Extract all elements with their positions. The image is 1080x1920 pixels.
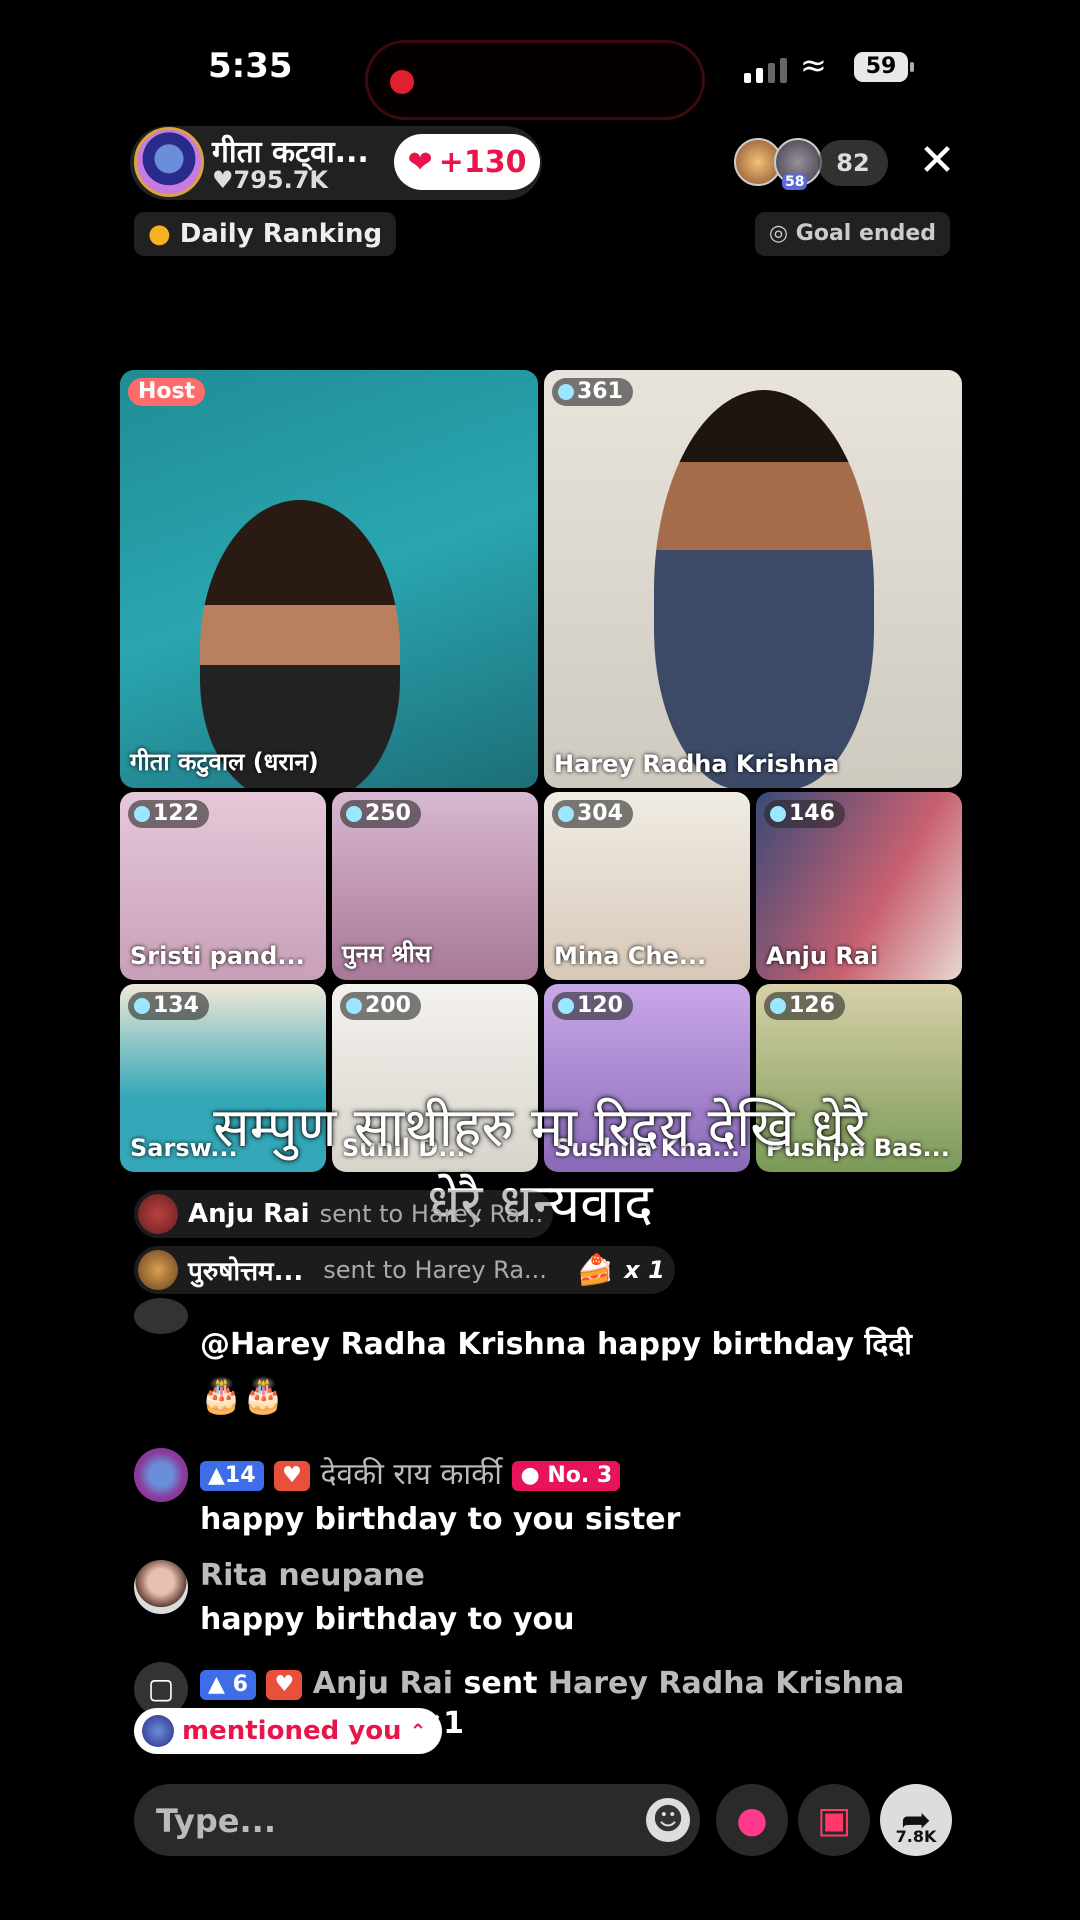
heart-icon: ❤: [407, 144, 433, 180]
gift-notification: Anju Rai sent to Harey Ra...: [134, 1190, 554, 1238]
multi-guest-button[interactable]: ●: [716, 1784, 788, 1856]
gift-text: sent to Harey Ra...: [323, 1256, 547, 1284]
cake-icon: 🍰: [576, 1252, 615, 1288]
heart-badge-icon: ♥: [274, 1460, 310, 1491]
gift-text: sent to Harey Ra...: [319, 1200, 544, 1228]
wifi-icon: ≈: [800, 46, 827, 84]
tile-name: गीता कटुवाल (धरान): [130, 748, 319, 776]
heart-icon: ♥: [212, 166, 234, 194]
gift-target[interactable]: Harey Radha Krishna: [548, 1666, 905, 1701]
host-name: गीता कट्वा...: [212, 135, 369, 170]
diamond-icon: [558, 806, 574, 822]
diamond-icon: [770, 806, 786, 822]
participant-figure: [654, 390, 874, 788]
chevron-up-icon: ⌃: [409, 1719, 427, 1743]
chat-username[interactable]: देवकी राय कार्की: [320, 1457, 502, 1492]
viewer-level: 58: [782, 174, 808, 190]
diamond-icon: [134, 806, 150, 822]
rank-badge: ● No. 3: [512, 1460, 621, 1491]
chat-message: happy birthday to you sister: [200, 1502, 681, 1537]
diamond-icon: [346, 998, 362, 1014]
host-likes: ♥795.7K: [212, 166, 329, 194]
host-avatar[interactable]: [134, 127, 204, 197]
user-avatar: [138, 1250, 178, 1290]
gift-box-icon: ▣: [816, 1799, 851, 1841]
gift-score-badge: 122: [128, 800, 209, 828]
gift-score-badge: 361: [552, 378, 633, 406]
diamond-icon: [558, 998, 574, 1014]
gift-score-badge: 304: [552, 800, 633, 828]
chat-message: @Harey Radha Krishna happy birthday दिदी: [200, 1327, 912, 1362]
chat-emoji: 🎂🎂: [200, 1376, 285, 1416]
level-badge: ▲14: [200, 1460, 264, 1491]
comment-input[interactable]: Type... ☻: [134, 1784, 700, 1856]
tile-name: Sristi pand...: [130, 942, 305, 970]
share-count: 7.8K: [895, 1827, 937, 1846]
level-badge: ▲ 6: [200, 1669, 256, 1700]
signal-icon: [744, 58, 787, 83]
video-tile[interactable]: 304 Mina Che...: [544, 792, 750, 980]
tile-name: Harey Radha Krishna: [554, 750, 840, 778]
gift-score-badge: 120: [552, 992, 633, 1020]
tile-name: पुनम श्रीस: [342, 940, 432, 968]
tile-name: Anju Rai: [766, 942, 879, 970]
viewer-count[interactable]: 82: [818, 140, 888, 186]
gift-score-badge: 146: [764, 800, 845, 828]
diamond-icon: [346, 806, 362, 822]
mentioned-you-button[interactable]: mentioned you ⌃: [134, 1708, 443, 1754]
tile-name: Mina Che...: [554, 942, 707, 970]
dynamic-island: [365, 40, 705, 120]
user-avatar[interactable]: [134, 1298, 188, 1334]
recording-dot-icon: [390, 70, 414, 94]
gift-score-badge: 200: [340, 992, 421, 1020]
emoji-icon[interactable]: ☻: [646, 1798, 690, 1842]
target-icon: ◎: [768, 221, 789, 246]
chat-message: happy birthday to you: [200, 1602, 575, 1637]
heart-badge-icon: ♥: [266, 1669, 303, 1700]
gift-score-badge: 134: [128, 992, 209, 1020]
people-icon: ●: [736, 1799, 768, 1841]
share-button[interactable]: ➦ 7.8K: [880, 1784, 952, 1856]
gift-score-badge: 250: [340, 800, 421, 828]
chat-username[interactable]: Rita neupane: [200, 1558, 425, 1593]
gift-verb: sent: [463, 1666, 538, 1701]
gift-notification: पुरुषोत्तम... sent to Harey Ra... 🍰 x 1: [134, 1246, 675, 1294]
clock: 5:35: [208, 46, 293, 86]
host-badge: Host: [128, 378, 206, 406]
video-tile-host[interactable]: Host गीता कटुवाल (धरान): [120, 370, 538, 788]
chat-header: ▲14 ♥ देवकी राय कार्की ● No. 3: [200, 1452, 621, 1493]
gift-sender: पुरुषोत्तम...: [188, 1257, 304, 1287]
follow-button[interactable]: ❤ +130: [394, 134, 540, 190]
gift-sender: Anju Rai: [188, 1199, 310, 1229]
video-tile[interactable]: 250 पुनम श्रीस: [332, 792, 538, 980]
user-avatar[interactable]: [134, 1448, 188, 1502]
battery-indicator: 59: [854, 52, 914, 82]
goal-pill[interactable]: ◎ Goal ended: [754, 212, 950, 256]
caption-line: सम्पुण साथीहरु मा रिदय देखि धेरै: [213, 1096, 867, 1159]
user-avatar[interactable]: [134, 1560, 188, 1614]
daily-ranking-pill[interactable]: ● Daily Ranking: [134, 212, 397, 256]
gift-button[interactable]: ▣: [798, 1784, 870, 1856]
gift-message: ▲ 6 ♥ Anju Rai sent Harey Radha Krishna: [200, 1666, 904, 1701]
diamond-icon: [770, 998, 786, 1014]
diamond-icon: [558, 384, 574, 400]
status-bar: 5:35 ≈ 59: [0, 40, 1080, 120]
close-icon[interactable]: ✕: [912, 136, 962, 186]
gift-score-badge: 126: [764, 992, 845, 1020]
user-avatar: [142, 1715, 174, 1747]
flame-icon: ●: [148, 219, 171, 249]
comment-placeholder: Type...: [156, 1802, 276, 1840]
user-avatar: [138, 1194, 178, 1234]
diamond-icon: [134, 998, 150, 1014]
video-tile[interactable]: 361 Harey Radha Krishna: [544, 370, 962, 788]
video-tile[interactable]: 122 Sristi pand...: [120, 792, 326, 980]
viewer-avatar[interactable]: 58: [774, 138, 822, 190]
gift-count: x 1: [624, 1256, 665, 1284]
chat-username[interactable]: Anju Rai: [313, 1666, 453, 1701]
video-tile[interactable]: 146 Anju Rai: [756, 792, 962, 980]
